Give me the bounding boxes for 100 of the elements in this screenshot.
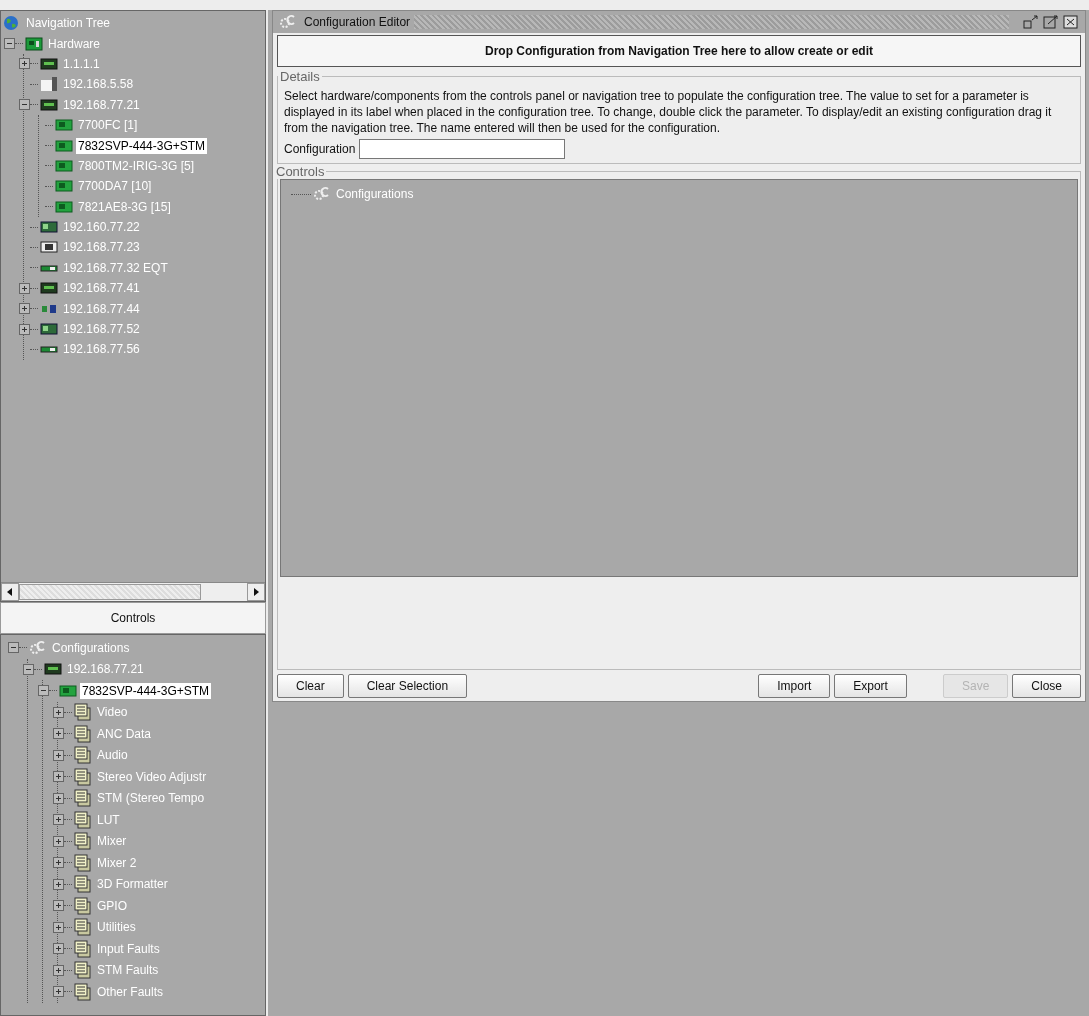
expand-toggle[interactable] [19,303,30,315]
drop-target[interactable]: Drop Configuration from Navigation Tree here to allow create or edit [277,35,1081,67]
instructions-text: Select hardware/components from the controls panel or navigation tree to populate the configuration tree. The value to set for a parameter is displayed in its label when placed in the configuration tree. To change, double click the parameter. To display/edit an existing configuration drag it from the navigation tree. The name entered will then be used for the configuration. [284,88,1053,136]
expand-toggle[interactable] [19,58,30,70]
tree-item[interactable]: STM (Stereo Tempo [95,790,207,807]
gears-icon [29,639,47,656]
expand-toggle[interactable] [53,921,64,933]
collapse-toggle[interactable] [19,99,30,111]
expand-toggle[interactable] [53,749,64,761]
device-icon [40,281,58,296]
circuit-board-icon [40,220,58,235]
collapse-toggle[interactable] [23,663,34,675]
tree-item[interactable]: 192.168.77.41 [61,280,142,297]
group-label: Details [279,69,321,84]
panel-icon [74,961,92,980]
panel-icon [74,896,92,915]
dialog-button[interactable]: Export [834,674,907,698]
tree-item[interactable]: 192.168.77.56 [61,341,142,358]
tree-item[interactable]: Hardware [46,35,103,52]
dialog-button[interactable]: Clear Selection [347,674,468,698]
collapse-toggle[interactable] [4,38,15,50]
tree-item[interactable]: Audio [95,747,130,764]
tree-item[interactable]: GPIO [95,897,129,914]
expand-toggle[interactable] [53,706,64,718]
tree-item[interactable]: 192.168.77.52 [61,321,142,338]
expand-toggle[interactable] [19,282,30,294]
expand-toggle[interactable] [53,900,64,912]
tree-item[interactable]: 7800TM2-IRIG-3G [5] [76,157,197,174]
tree-item[interactable]: 7700DA7 [10] [76,178,154,195]
scroll-right-icon[interactable] [247,583,265,601]
tree-item[interactable]: 7700FC [1] [76,117,140,134]
slim-card-icon [40,344,58,355]
panel-icon [74,746,92,765]
tree-item[interactable]: Navigation Tree [24,15,113,32]
configuration-field[interactable] [359,139,566,159]
tree-item[interactable]: 192.168.77.21 [65,661,146,678]
maximize-icon[interactable] [1043,15,1059,29]
expand-toggle[interactable] [53,728,64,740]
tree-item[interactable]: Mixer 2 [95,854,139,871]
circuit-card-icon [55,200,73,213]
expand-toggle[interactable] [19,323,30,335]
panel-icon [74,789,92,808]
tree-item[interactable]: Utilities [95,919,138,936]
expand-toggle[interactable] [53,814,64,826]
tree-item[interactable]: 192.168.77.32 EQT [61,259,170,276]
panel-icon [74,832,92,851]
panel-icon [74,810,92,829]
tree-item[interactable]: Video [95,704,130,721]
circuit-board-icon [25,35,43,52]
server-icon [40,76,58,93]
scroll-left-icon[interactable] [1,583,19,601]
tree-item[interactable]: 192.160.77.22 [61,219,142,236]
panel-icon [74,982,92,1001]
field-label: Configuration [284,142,356,156]
tree-item[interactable]: 192.168.77.21 [61,96,142,113]
gears-icon [279,14,297,30]
tree-item[interactable]: 192.168.5.58 [61,76,136,93]
tree-item[interactable]: Stereo Video Adjustr [95,768,209,785]
expand-toggle[interactable] [53,964,64,976]
expand-toggle[interactable] [53,792,64,804]
title-bar-grip[interactable] [414,15,1009,29]
tree-item[interactable]: 7832SVP-444-3G+STM [76,137,208,154]
group-label: Controls [275,164,326,179]
expand-toggle[interactable] [53,943,64,955]
circuit-board-icon [40,322,58,337]
tree-item[interactable]: 7821AE8-3G [15] [76,198,173,215]
globe-icon [3,15,19,32]
circuit-card-icon [55,159,73,172]
close-icon[interactable] [1063,15,1079,29]
tree-item[interactable]: 192.168.77.44 [61,300,142,317]
circuit-card-icon [59,684,77,697]
undock-icon[interactable] [1023,15,1039,29]
dialog-button[interactable]: Clear [277,674,344,698]
dialog-button[interactable]: Import [758,674,831,698]
tree-item[interactable]: Input Faults [95,940,162,957]
tree-item[interactable]: ANC Data [95,725,154,742]
tree-item[interactable]: Other Faults [95,983,166,1000]
horizontal-scrollbar[interactable] [1,582,265,601]
tree-item[interactable]: Configurations [50,639,132,656]
panel-title: Controls [0,602,266,634]
tree-item[interactable]: 192.168.77.23 [61,239,142,256]
device-icon [40,97,58,112]
expand-toggle[interactable] [53,878,64,890]
panel-icon [74,875,92,894]
tree-item[interactable]: 7832SVP-444-3G+STM [80,682,212,699]
expand-toggle[interactable] [53,771,64,783]
tree-item[interactable]: 3D Formatter [95,876,170,893]
panel-icon [74,703,92,722]
expand-toggle[interactable] [53,857,64,869]
expand-toggle[interactable] [53,986,64,998]
collapse-toggle[interactable] [8,642,19,654]
collapse-toggle[interactable] [38,685,49,697]
tree-item[interactable]: Configurations [334,186,416,202]
expand-toggle[interactable] [53,835,64,847]
panel-icon [74,939,92,958]
tree-item[interactable]: Mixer [95,833,129,850]
tree-item[interactable]: LUT [95,811,122,828]
dialog-button[interactable]: Close [1012,674,1081,698]
tree-item[interactable]: 1.1.1.1 [61,55,102,72]
tree-item[interactable]: STM Faults [95,962,161,979]
